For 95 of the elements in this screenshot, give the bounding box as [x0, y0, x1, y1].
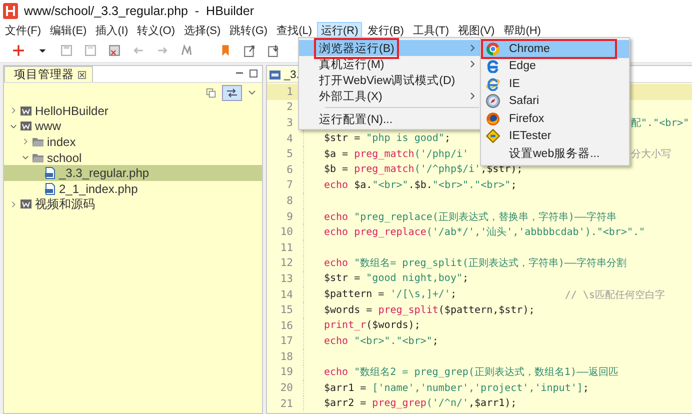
code-text: $a = preg_match('/php/i' [324, 148, 469, 160]
export-icon[interactable] [243, 44, 256, 56]
code-text: 配"."<br>" [631, 116, 690, 130]
code-text: echo "<br>"."<br>"; [324, 336, 438, 347]
menu-item[interactable]: 发行(B) [363, 22, 408, 38]
menu-item[interactable]: Safari [481, 92, 629, 110]
line-number: 7 [267, 178, 304, 194]
code-text: $arr2 = preg_grep('/^n/',$arr1); [324, 398, 517, 410]
code-text: $pattern = '/[\s,]+/'; [324, 289, 456, 300]
code-text: $str = "good night,boy"; [324, 273, 469, 284]
format-icon[interactable] [180, 44, 193, 56]
chevron-down-icon[interactable] [22, 154, 29, 162]
edge-icon [486, 59, 500, 74]
menu-item[interactable]: IETester [481, 128, 629, 145]
menu-item[interactable]: IE [481, 75, 629, 92]
tree-item[interactable]: 视频和源码 [4, 196, 262, 212]
compass-icon [486, 94, 500, 108]
window-title: www/school/_3.3_regular.php - HBuilder [24, 4, 254, 18]
code-text: echo "preg_replace(正则表达式，替换串，字符串)——字符串 [324, 210, 616, 224]
menu-item[interactable]: 转义(O) [133, 22, 179, 38]
line-number: 10 [267, 224, 304, 240]
line-number: 17 [267, 334, 304, 350]
menu-item[interactable]: Firefox [481, 110, 629, 128]
chevron-down-icon[interactable] [10, 122, 17, 130]
menu-item[interactable]: 文件(F) [1, 22, 46, 38]
save-all-icon[interactable] [84, 44, 97, 56]
project-icon [20, 104, 32, 117]
code-text: 分大小写 [631, 148, 672, 162]
line-number: 5 [267, 146, 304, 162]
menu-item[interactable]: 跳转(G) [226, 22, 272, 38]
menu-item[interactable]: 视图(V) [454, 22, 499, 38]
tree-item[interactable]: _3.3_regular.php [4, 165, 262, 181]
menu-item[interactable]: 编辑(E) [46, 22, 91, 38]
code-text: $arr1 = ['name','number','project','input']; [324, 382, 589, 394]
line-number: 21 [267, 396, 304, 412]
line-number: 8 [267, 193, 304, 209]
line-number: 20 [267, 380, 304, 396]
menu-item[interactable]: 选择(S) [180, 22, 225, 38]
file-icon [269, 68, 281, 80]
menu-item[interactable]: 帮助(H) [500, 22, 545, 38]
project-icon [20, 198, 32, 210]
code-text: // \s匹配任何空白字 [564, 288, 665, 302]
close-icon [78, 70, 86, 78]
file-icon [44, 167, 56, 180]
panel-tab[interactable]: 项目管理器 [4, 66, 93, 82]
maximize-icon [249, 69, 258, 78]
project-icon [20, 120, 32, 132]
folder-icon [32, 152, 44, 164]
line-number: 14 [267, 286, 304, 302]
chevron-right-icon[interactable] [22, 138, 29, 146]
menu-item[interactable]: 查找(L) [272, 22, 316, 38]
menu-item[interactable]: Chrome [481, 40, 629, 58]
link-toggle-icon[interactable] [222, 85, 242, 101]
tree-item[interactable]: HelloHBuilder [4, 103, 262, 119]
file-icon [44, 182, 56, 195]
chrome-icon [486, 42, 500, 56]
chevron-right-icon[interactable] [10, 200, 17, 208]
code-text: $str = "php is good"; [324, 133, 450, 144]
menu-item[interactable]: Edge [481, 58, 629, 75]
line-number: 11 [267, 240, 304, 256]
ie-icon [486, 76, 500, 91]
code-text: print_r($words); [324, 320, 420, 332]
line-number: 15 [267, 302, 304, 318]
close-file-icon[interactable] [108, 44, 121, 56]
menu-item[interactable]: 插入(I) [92, 22, 132, 38]
code-text: echo $a."<br>".$b."<br>"."<br>"; [324, 180, 517, 191]
line-number: 16 [267, 318, 304, 334]
tree-item[interactable]: 2_1_index.php [4, 180, 262, 197]
code-text: echo "数组名= preg_split(正则表达式，字符串)——字符串分割 [324, 256, 626, 270]
menu-item[interactable]: 工具(T) [408, 22, 454, 38]
line-number: 9 [267, 208, 304, 224]
firefox-icon [486, 112, 500, 126]
line-number: 19 [267, 364, 304, 380]
save-icon[interactable] [60, 44, 73, 56]
code-text: echo preg_replace('/ab*/','汕头','abbbbcdab')."<br>"." [324, 226, 646, 240]
code-text: $words = preg_split($pattern,$str); [324, 304, 535, 316]
view-menu-icon [248, 89, 256, 97]
menu-item[interactable]: 运行(R) [317, 22, 362, 38]
collapse-all-icon [206, 88, 216, 98]
menu-item[interactable]: 设置web服务器... [481, 145, 629, 162]
line-number: 18 [267, 349, 304, 365]
line-number: 12 [267, 256, 304, 272]
menu-item[interactable]: 浏览器运行(B) [299, 40, 481, 56]
line-number: 6 [267, 162, 304, 178]
import-icon[interactable] [267, 44, 280, 56]
chevron-right-icon[interactable] [10, 107, 17, 114]
line-number: 13 [267, 271, 304, 287]
folder-icon [32, 136, 44, 148]
diamond-icon [486, 129, 500, 144]
tree-item[interactable]: school [4, 150, 262, 166]
tree-item[interactable]: www [4, 118, 262, 134]
code-text: echo "数组名2 = preg_grep(正则表达式，数组名1)——返回匹 [324, 366, 619, 380]
add-icon[interactable] [12, 44, 25, 56]
app-logo-icon [3, 3, 18, 19]
tree-item[interactable]: index [4, 134, 262, 150]
